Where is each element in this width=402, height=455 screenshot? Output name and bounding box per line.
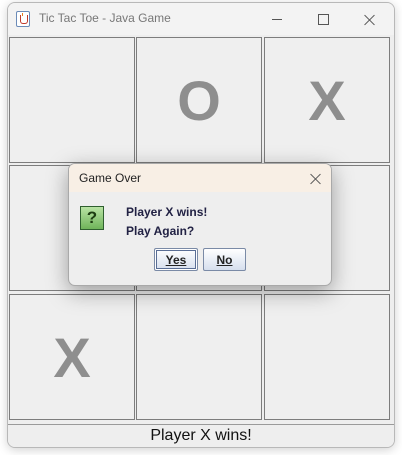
- dialog-title-bar[interactable]: Game Over: [69, 164, 331, 192]
- board-cell-2[interactable]: O: [136, 37, 262, 163]
- dialog-question: Play Again?: [126, 224, 195, 238]
- dialog-close-button[interactable]: [299, 164, 331, 192]
- board-cell-9[interactable]: [264, 294, 390, 420]
- board-cell-8[interactable]: [136, 294, 262, 420]
- game-over-dialog: Game Over ? Player X wins! Play Again? Y…: [68, 163, 332, 286]
- close-icon: [364, 14, 375, 25]
- maximize-icon: [317, 13, 329, 25]
- board-cell-3[interactable]: X: [264, 37, 390, 163]
- title-bar[interactable]: Tic Tac Toe - Java Game: [8, 3, 394, 35]
- window-title: Tic Tac Toe - Java Game: [39, 11, 171, 25]
- close-button[interactable]: [346, 3, 392, 35]
- minimize-icon: [272, 18, 282, 20]
- yes-button[interactable]: Yes: [154, 248, 198, 271]
- question-icon: ?: [80, 206, 104, 230]
- minimize-button[interactable]: [254, 3, 300, 35]
- dialog-message: Player X wins!: [126, 205, 208, 219]
- status-label: Player X wins!: [8, 424, 394, 447]
- dialog-title: Game Over: [79, 171, 142, 185]
- board-cell-7[interactable]: X: [9, 294, 135, 420]
- no-button[interactable]: No: [203, 248, 246, 271]
- close-icon: [310, 173, 321, 184]
- maximize-button[interactable]: [300, 3, 346, 35]
- board-cell-1[interactable]: [9, 37, 135, 163]
- java-app-icon: [16, 11, 30, 27]
